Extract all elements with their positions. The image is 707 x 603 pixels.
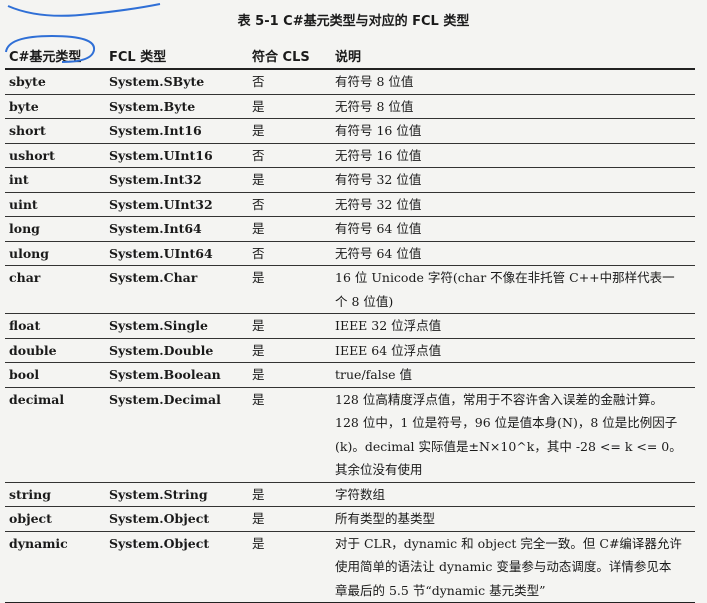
cell-cls-compliant: 否 — [248, 192, 331, 217]
cell-csharp-type: decimal — [5, 387, 105, 483]
cell-description: 16 位 Unicode 字符(char 不像在非托管 C++中那样代表一个 8… — [331, 265, 695, 314]
cell-cls-compliant: 是 — [248, 167, 331, 193]
cell-fcl-type: System.Decimal — [105, 387, 248, 483]
cell-csharp-type: object — [5, 506, 105, 532]
cell-cls-compliant: 是 — [248, 362, 331, 388]
cell-fcl-type: System.Int16 — [105, 118, 248, 144]
cell-csharp-type: byte — [5, 94, 105, 119]
cell-cls-compliant: 是 — [248, 506, 331, 532]
cell-csharp-type: bool — [5, 362, 105, 388]
cell-cls-compliant: 否 — [248, 69, 331, 95]
cell-fcl-type: System.Double — [105, 338, 248, 363]
cell-fcl-type: System.Single — [105, 313, 248, 339]
cell-fcl-type: System.UInt64 — [105, 241, 248, 266]
cell-cls-compliant: 是 — [248, 387, 331, 483]
cell-description: 无符号 32 位值 — [331, 192, 695, 217]
cell-cls-compliant: 是 — [248, 265, 331, 314]
cell-description: 有符号 8 位值 — [331, 69, 695, 95]
table-row: object System.Object 是所有类型的基类型 — [5, 506, 695, 532]
cell-cls-compliant: 是 — [248, 338, 331, 363]
cell-fcl-type: System.Int32 — [105, 167, 248, 193]
table-row: short System.Int16 是有符号 16 位值 — [5, 118, 695, 144]
cell-fcl-type: System.Object — [105, 506, 248, 532]
cell-fcl-type: System.Boolean — [105, 362, 248, 388]
cell-csharp-type: string — [5, 482, 105, 507]
cell-cls-compliant: 是 — [248, 118, 331, 144]
cell-cls-compliant: 是 — [248, 482, 331, 507]
cell-fcl-type: System.UInt16 — [105, 143, 248, 168]
table-row: long System.Int64 是有符号 64 位值 — [5, 216, 695, 242]
cell-description: true/false 值 — [331, 362, 695, 388]
table-row: dynamic System.Object 是对于 CLR，dynamic 和 ob… — [5, 531, 695, 603]
cell-description: 字符数组 — [331, 482, 695, 507]
cell-cls-compliant: 否 — [248, 143, 331, 168]
cell-cls-compliant: 是 — [248, 531, 331, 603]
cell-fcl-type: System.String — [105, 482, 248, 507]
table-row: decimal System.Decimal 是 128 位高精度浮点值，常用于不容许… — [5, 387, 695, 483]
table-row: double System.Double 是 IEEE 64 位浮点值 — [5, 338, 695, 363]
document-page: 表 5-1 C#基元类型与对应的 FCL 类型 C#基元类型 FCL 类型 符合… — [0, 0, 707, 603]
cell-fcl-type: System.Byte — [105, 94, 248, 119]
cell-fcl-type: System.Char — [105, 265, 248, 314]
cell-fcl-type: System.Object — [105, 531, 248, 603]
pen-circle-annotation — [5, 34, 96, 63]
cell-description: 128 位高精度浮点值，常用于不容许舍入误差的金融计算。128 位中，1 位是符… — [331, 387, 695, 483]
header-fcl-type: FCL 类型 — [105, 44, 248, 70]
header-description: 说明 — [331, 44, 695, 70]
table-row: string System.String 是字符数组 — [5, 482, 695, 507]
cell-csharp-type: float — [5, 313, 105, 339]
table-row: char System.Char 是 16 位 Unicode 字符(char 不像在… — [5, 265, 695, 314]
table-row: byte System.Byte 是无符号 8 位值 — [5, 94, 695, 119]
cell-description: 所有类型的基类型 — [331, 506, 695, 532]
table-row: uint System.UInt32 否无符号 32 位值 — [5, 192, 695, 217]
table-header-row: C#基元类型 FCL 类型 符合 CLS 说明 — [5, 44, 695, 70]
table-row: sbyte System.SByte 否有符号 8 位值 — [5, 69, 695, 95]
table-row: bool System.Boolean 是 true/false 值 — [5, 362, 695, 388]
cell-description: 无符号 16 位值 — [331, 143, 695, 168]
cell-description: IEEE 32 位浮点值 — [331, 313, 695, 339]
table-row: int System.Int32 是有符号 32 位值 — [5, 167, 695, 193]
table-caption: 表 5-1 C#基元类型与对应的 FCL 类型 — [237, 14, 470, 29]
cell-csharp-type: sbyte — [5, 69, 105, 95]
table-row: ushort System.UInt16 否无符号 16 位值 — [5, 143, 695, 168]
cell-csharp-type: ulong — [5, 241, 105, 266]
cell-csharp-type: int — [5, 167, 105, 193]
cell-csharp-type: ushort — [5, 143, 105, 168]
cell-description: 有符号 32 位值 — [331, 167, 695, 193]
cell-description: 有符号 16 位值 — [331, 118, 695, 144]
cell-description: 有符号 64 位值 — [331, 216, 695, 242]
cell-cls-compliant: 是 — [248, 94, 331, 119]
primitive-types-table: C#基元类型 FCL 类型 符合 CLS 说明 sbyte System.SByt… — [5, 44, 695, 603]
cell-csharp-type: double — [5, 338, 105, 363]
cell-csharp-type: short — [5, 118, 105, 144]
header-cls-compliant: 符合 CLS — [248, 44, 331, 70]
cell-csharp-type: long — [5, 216, 105, 242]
cell-csharp-type: char — [5, 265, 105, 314]
cell-csharp-type: uint — [5, 192, 105, 217]
cell-fcl-type: System.SByte — [105, 69, 248, 95]
cell-fcl-type: System.Int64 — [105, 216, 248, 242]
cell-csharp-type: dynamic — [5, 531, 105, 603]
cell-cls-compliant: 是 — [248, 313, 331, 339]
cell-description: IEEE 64 位浮点值 — [331, 338, 695, 363]
cell-description: 无符号 64 位值 — [331, 241, 695, 266]
table-row: ulong System.UInt64 否无符号 64 位值 — [5, 241, 695, 266]
table-row: float System.Single 是 IEEE 32 位浮点值 — [5, 313, 695, 339]
cell-description: 对于 CLR，dynamic 和 object 完全一致。但 C#编译器允许使用… — [331, 531, 695, 603]
cell-fcl-type: System.UInt32 — [105, 192, 248, 217]
cell-description: 无符号 8 位值 — [331, 94, 695, 119]
cell-cls-compliant: 否 — [248, 241, 331, 266]
cell-cls-compliant: 是 — [248, 216, 331, 242]
